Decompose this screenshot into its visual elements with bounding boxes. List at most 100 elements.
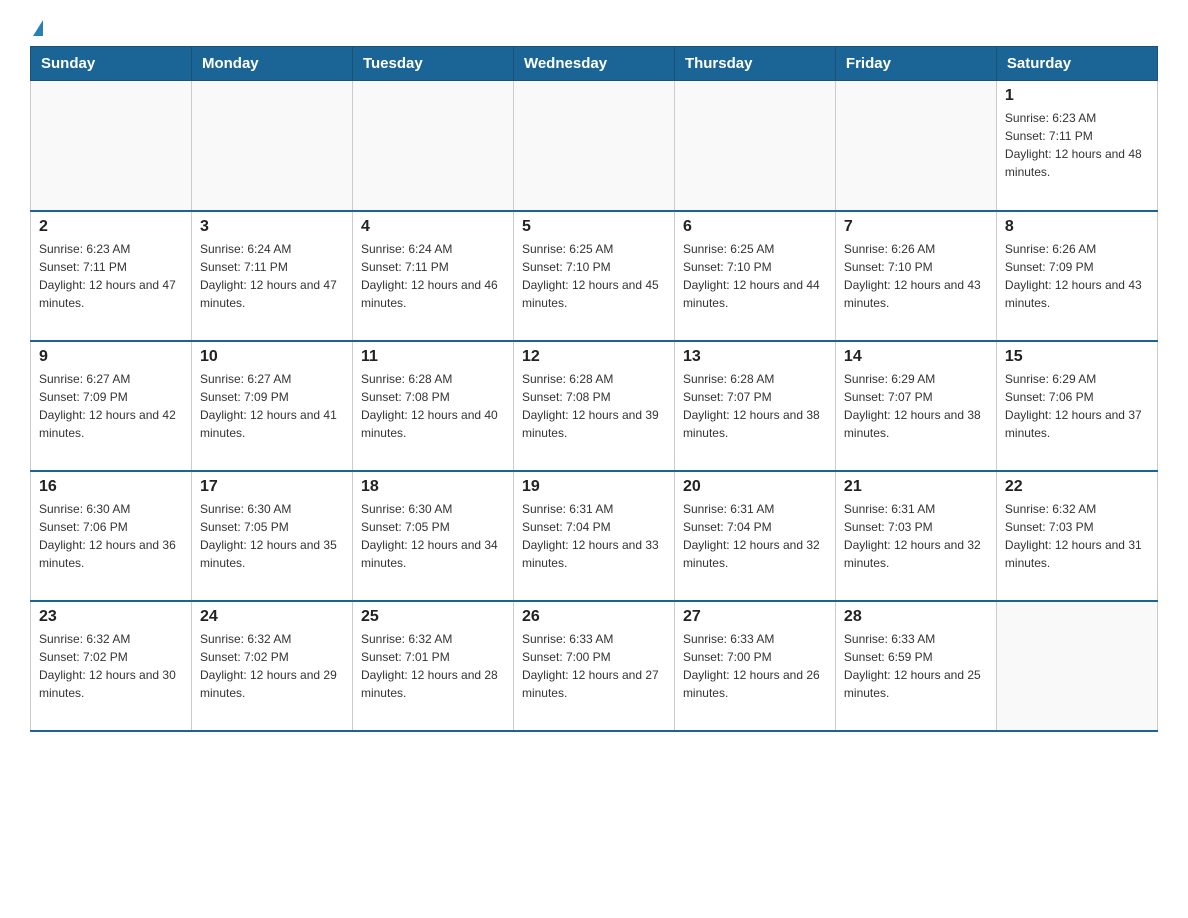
calendar-day-cell: 24 Sunrise: 6:32 AM Sunset: 7:02 PM Dayli…	[191, 601, 352, 731]
calendar-week-row: 1 Sunrise: 6:23 AM Sunset: 7:11 PM Daylig…	[31, 81, 1158, 211]
day-number: 14	[844, 348, 988, 366]
day-info: Sunrise: 6:25 AM Sunset: 7:10 PM Dayligh…	[683, 240, 827, 312]
day-number: 28	[844, 608, 988, 626]
day-info: Sunrise: 6:32 AM Sunset: 7:02 PM Dayligh…	[200, 630, 344, 702]
day-info: Sunrise: 6:33 AM Sunset: 7:00 PM Dayligh…	[522, 630, 666, 702]
day-info: Sunrise: 6:30 AM Sunset: 7:05 PM Dayligh…	[200, 500, 344, 572]
day-info: Sunrise: 6:31 AM Sunset: 7:04 PM Dayligh…	[683, 500, 827, 572]
calendar-day-cell: 11 Sunrise: 6:28 AM Sunset: 7:08 PM Dayli…	[352, 341, 513, 471]
page-header	[30, 20, 1158, 36]
calendar-day-cell: 19 Sunrise: 6:31 AM Sunset: 7:04 PM Dayli…	[513, 471, 674, 601]
calendar-day-cell: 18 Sunrise: 6:30 AM Sunset: 7:05 PM Dayli…	[352, 471, 513, 601]
calendar-day-cell	[835, 81, 996, 211]
day-info: Sunrise: 6:27 AM Sunset: 7:09 PM Dayligh…	[200, 370, 344, 442]
day-number: 8	[1005, 218, 1149, 236]
day-number: 18	[361, 478, 505, 496]
day-info: Sunrise: 6:23 AM Sunset: 7:11 PM Dayligh…	[1005, 109, 1149, 181]
day-number: 13	[683, 348, 827, 366]
day-number: 27	[683, 608, 827, 626]
calendar-day-cell: 26 Sunrise: 6:33 AM Sunset: 7:00 PM Dayli…	[513, 601, 674, 731]
day-info: Sunrise: 6:31 AM Sunset: 7:04 PM Dayligh…	[522, 500, 666, 572]
day-info: Sunrise: 6:31 AM Sunset: 7:03 PM Dayligh…	[844, 500, 988, 572]
day-number: 1	[1005, 87, 1149, 105]
day-number: 15	[1005, 348, 1149, 366]
day-of-week-header: Thursday	[674, 47, 835, 81]
day-number: 4	[361, 218, 505, 236]
day-info: Sunrise: 6:26 AM Sunset: 7:09 PM Dayligh…	[1005, 240, 1149, 312]
calendar-day-cell: 8 Sunrise: 6:26 AM Sunset: 7:09 PM Daylig…	[996, 211, 1157, 341]
day-info: Sunrise: 6:33 AM Sunset: 7:00 PM Dayligh…	[683, 630, 827, 702]
day-number: 20	[683, 478, 827, 496]
day-info: Sunrise: 6:24 AM Sunset: 7:11 PM Dayligh…	[361, 240, 505, 312]
day-number: 22	[1005, 478, 1149, 496]
day-number: 3	[200, 218, 344, 236]
day-info: Sunrise: 6:28 AM Sunset: 7:07 PM Dayligh…	[683, 370, 827, 442]
calendar-day-cell: 23 Sunrise: 6:32 AM Sunset: 7:02 PM Dayli…	[31, 601, 192, 731]
calendar-day-cell: 6 Sunrise: 6:25 AM Sunset: 7:10 PM Daylig…	[674, 211, 835, 341]
day-number: 25	[361, 608, 505, 626]
day-number: 6	[683, 218, 827, 236]
calendar-day-cell	[352, 81, 513, 211]
calendar-day-cell: 13 Sunrise: 6:28 AM Sunset: 7:07 PM Dayli…	[674, 341, 835, 471]
calendar-day-cell: 1 Sunrise: 6:23 AM Sunset: 7:11 PM Daylig…	[996, 81, 1157, 211]
day-info: Sunrise: 6:26 AM Sunset: 7:10 PM Dayligh…	[844, 240, 988, 312]
day-number: 10	[200, 348, 344, 366]
calendar-day-cell	[31, 81, 192, 211]
calendar-day-cell: 25 Sunrise: 6:32 AM Sunset: 7:01 PM Dayli…	[352, 601, 513, 731]
day-info: Sunrise: 6:33 AM Sunset: 6:59 PM Dayligh…	[844, 630, 988, 702]
calendar-day-cell: 9Sunrise: 6:27 AM Sunset: 7:09 PM Daylig…	[31, 341, 192, 471]
day-of-week-header: Tuesday	[352, 47, 513, 81]
calendar-day-cell: 7Sunrise: 6:26 AM Sunset: 7:10 PM Daylig…	[835, 211, 996, 341]
calendar-day-cell: 16 Sunrise: 6:30 AM Sunset: 7:06 PM Dayli…	[31, 471, 192, 601]
day-number: 24	[200, 608, 344, 626]
calendar-day-cell: 14 Sunrise: 6:29 AM Sunset: 7:07 PM Dayli…	[835, 341, 996, 471]
calendar-day-cell: 3 Sunrise: 6:24 AM Sunset: 7:11 PM Daylig…	[191, 211, 352, 341]
calendar-day-cell: 17 Sunrise: 6:30 AM Sunset: 7:05 PM Dayli…	[191, 471, 352, 601]
day-number: 16	[39, 478, 183, 496]
calendar-day-cell: 5 Sunrise: 6:25 AM Sunset: 7:10 PM Daylig…	[513, 211, 674, 341]
calendar-day-cell: 20 Sunrise: 6:31 AM Sunset: 7:04 PM Dayli…	[674, 471, 835, 601]
day-number: 23	[39, 608, 183, 626]
calendar-day-cell	[996, 601, 1157, 731]
day-info: Sunrise: 6:23 AM Sunset: 7:11 PM Dayligh…	[39, 240, 183, 312]
day-number: 26	[522, 608, 666, 626]
logo	[30, 20, 43, 36]
calendar-day-cell	[191, 81, 352, 211]
calendar-day-cell: 21 Sunrise: 6:31 AM Sunset: 7:03 PM Dayli…	[835, 471, 996, 601]
calendar-day-cell	[674, 81, 835, 211]
calendar-day-cell: 28 Sunrise: 6:33 AM Sunset: 6:59 PM Dayli…	[835, 601, 996, 731]
day-info: Sunrise: 6:28 AM Sunset: 7:08 PM Dayligh…	[361, 370, 505, 442]
calendar-day-cell: 10 Sunrise: 6:27 AM Sunset: 7:09 PM Dayli…	[191, 341, 352, 471]
calendar-header-row: SundayMondayTuesdayWednesdayThursdayFrid…	[31, 47, 1158, 81]
day-info: Sunrise: 6:27 AM Sunset: 7:09 PM Dayligh…	[39, 370, 183, 442]
day-number: 19	[522, 478, 666, 496]
calendar-week-row: 9Sunrise: 6:27 AM Sunset: 7:09 PM Daylig…	[31, 341, 1158, 471]
day-info: Sunrise: 6:25 AM Sunset: 7:10 PM Dayligh…	[522, 240, 666, 312]
day-number: 5	[522, 218, 666, 236]
calendar-week-row: 16 Sunrise: 6:30 AM Sunset: 7:06 PM Dayli…	[31, 471, 1158, 601]
calendar-day-cell	[513, 81, 674, 211]
day-info: Sunrise: 6:24 AM Sunset: 7:11 PM Dayligh…	[200, 240, 344, 312]
calendar-day-cell: 15 Sunrise: 6:29 AM Sunset: 7:06 PM Dayli…	[996, 341, 1157, 471]
calendar-table: SundayMondayTuesdayWednesdayThursdayFrid…	[30, 46, 1158, 732]
day-of-week-header: Sunday	[31, 47, 192, 81]
day-of-week-header: Saturday	[996, 47, 1157, 81]
calendar-week-row: 23 Sunrise: 6:32 AM Sunset: 7:02 PM Dayli…	[31, 601, 1158, 731]
calendar-day-cell: 4 Sunrise: 6:24 AM Sunset: 7:11 PM Daylig…	[352, 211, 513, 341]
day-number: 12	[522, 348, 666, 366]
day-of-week-header: Monday	[191, 47, 352, 81]
day-info: Sunrise: 6:29 AM Sunset: 7:07 PM Dayligh…	[844, 370, 988, 442]
day-number: 21	[844, 478, 988, 496]
day-info: Sunrise: 6:29 AM Sunset: 7:06 PM Dayligh…	[1005, 370, 1149, 442]
day-number: 11	[361, 348, 505, 366]
day-of-week-header: Friday	[835, 47, 996, 81]
day-info: Sunrise: 6:28 AM Sunset: 7:08 PM Dayligh…	[522, 370, 666, 442]
day-info: Sunrise: 6:32 AM Sunset: 7:01 PM Dayligh…	[361, 630, 505, 702]
day-info: Sunrise: 6:30 AM Sunset: 7:05 PM Dayligh…	[361, 500, 505, 572]
day-info: Sunrise: 6:30 AM Sunset: 7:06 PM Dayligh…	[39, 500, 183, 572]
day-number: 2	[39, 218, 183, 236]
day-info: Sunrise: 6:32 AM Sunset: 7:02 PM Dayligh…	[39, 630, 183, 702]
day-number: 17	[200, 478, 344, 496]
day-info: Sunrise: 6:32 AM Sunset: 7:03 PM Dayligh…	[1005, 500, 1149, 572]
calendar-day-cell: 2 Sunrise: 6:23 AM Sunset: 7:11 PM Daylig…	[31, 211, 192, 341]
